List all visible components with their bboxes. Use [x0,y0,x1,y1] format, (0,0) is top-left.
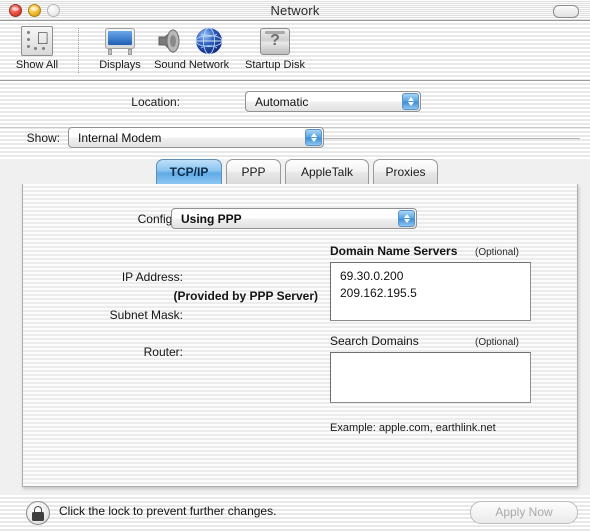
lock-hint-text: Click the lock to prevent further change… [59,504,277,518]
configure-value: Using PPP [181,212,242,226]
startup-disk-icon: ? [238,24,312,58]
chevron-updown-icon [305,129,322,146]
search-domains-input[interactable] [330,352,531,403]
subnet-mask-label: Subnet Mask: [109,308,183,322]
toolbar-item-network[interactable]: Network [172,24,246,71]
router-label: Router: [143,345,183,359]
tab-appletalk[interactable]: AppleTalk [285,159,369,184]
show-all-icon:  [0,24,74,58]
dns-values: 69.30.0.200 209.162.195.5 [340,269,417,300]
toolbar:  Show All Displays [0,21,590,81]
chevron-updown-icon [398,210,415,227]
dns-input[interactable]: 69.30.0.200 209.162.195.5 [330,262,531,321]
bottom-bar: Click the lock to prevent further change… [0,495,590,531]
configure-popup[interactable]: Using PPP [171,208,417,229]
search-domains-example: Example: apple.com, earthlink.net [330,422,496,434]
tab-ppp[interactable]: PPP [226,159,281,184]
toolbar-item-startup-disk[interactable]: ? Startup Disk [238,24,312,71]
tab-tcpip[interactable]: TCP/IP [156,159,222,184]
network-icon [172,24,246,58]
toolbar-item-label: Show All [15,59,59,71]
toolbar-item-label: Startup Disk [245,59,305,71]
toolbar-item-label: Network [188,59,230,71]
network-settings-header: Location: Automatic Show: Internal Modem [0,81,590,159]
show-rule [324,138,580,139]
lock-closed-icon[interactable] [26,501,50,525]
location-popup[interactable]: Automatic [245,91,421,112]
chevron-updown-icon [402,93,419,110]
search-domains-title: Search Domains [330,334,419,348]
apply-now-button[interactable]: Apply Now [470,501,578,524]
dns-title: Domain Name Servers [330,244,458,258]
window-titlebar: Network [0,0,590,21]
search-domains-optional-label: (Optional) [475,337,519,348]
tab-proxies[interactable]: Proxies [373,159,438,184]
toolbar-separator [78,28,79,73]
tcpip-panel: Configure: Using PPP IP Address: (Provid… [22,184,578,487]
show-label: Show: [26,131,60,145]
configure-label: Configure: [137,212,193,226]
tab-bar: TCP/IP PPP AppleTalk Proxies [0,159,590,187]
show-value: Internal Modem [78,131,162,145]
network-preferences-window: Network  Show All [0,0,590,531]
show-popup[interactable]: Internal Modem [68,127,324,148]
location-label: Location: [131,95,180,109]
ip-address-label: IP Address: [121,270,183,284]
dns-optional-label: (Optional) [475,247,519,258]
toolbar-toggle-button[interactable] [553,5,579,18]
window-title: Network [270,3,320,18]
location-value: Automatic [255,95,309,109]
ip-address-note: (Provided by PPP Server) [173,289,318,303]
toolbar-item-show-all[interactable]:  Show All [0,24,74,71]
